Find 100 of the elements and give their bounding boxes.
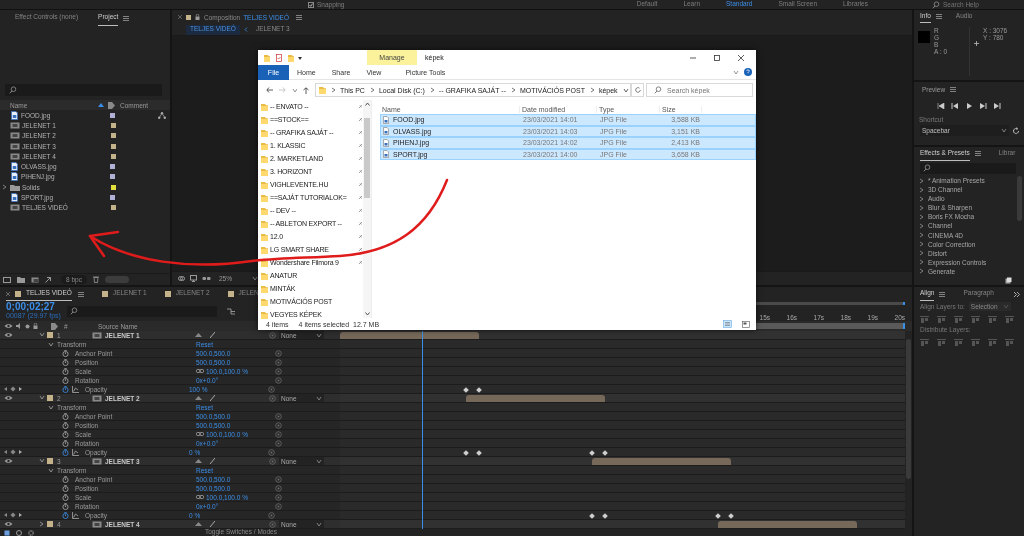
menu-icon[interactable] bbox=[123, 15, 130, 21]
chevron-right-icon[interactable] bbox=[919, 250, 924, 257]
chevron-right-icon[interactable] bbox=[919, 268, 924, 275]
up-arrow-icon[interactable] bbox=[303, 86, 309, 94]
distribute-icon[interactable] bbox=[920, 338, 929, 346]
new-comp-icon[interactable] bbox=[31, 276, 39, 283]
settings-icon[interactable] bbox=[28, 529, 34, 536]
chevron-down-icon[interactable] bbox=[48, 404, 54, 410]
scrollbar[interactable] bbox=[906, 339, 911, 479]
chevron-down-icon[interactable] bbox=[39, 395, 45, 401]
quality-icon[interactable] bbox=[210, 395, 215, 401]
stopwatch-icon[interactable] bbox=[62, 376, 69, 384]
new-item-icon[interactable] bbox=[1005, 277, 1012, 284]
chevron-right-icon[interactable] bbox=[39, 521, 45, 527]
flowchart-icon[interactable] bbox=[158, 111, 166, 119]
chevron-down-icon[interactable] bbox=[733, 69, 739, 75]
thumbnail-view-icon[interactable] bbox=[742, 320, 750, 328]
menu-icon[interactable] bbox=[950, 86, 957, 92]
chevron-right-icon[interactable] bbox=[919, 204, 924, 211]
minimize-icon[interactable] bbox=[690, 54, 696, 61]
maximize-icon[interactable] bbox=[714, 54, 720, 61]
chevron-right-icon[interactable] bbox=[919, 186, 924, 193]
chevron-right-icon[interactable] bbox=[919, 177, 924, 184]
previous-frame-icon[interactable] bbox=[951, 103, 959, 109]
search-field[interactable] bbox=[66, 305, 217, 317]
back-arrow-icon[interactable] bbox=[266, 87, 273, 93]
search-field[interactable] bbox=[5, 84, 162, 96]
chevron-down-icon[interactable] bbox=[39, 458, 45, 464]
quality-icon[interactable] bbox=[210, 521, 215, 527]
distribute-icon[interactable] bbox=[971, 338, 980, 346]
overflow-icon[interactable] bbox=[1014, 291, 1020, 297]
chevron-down-icon[interactable] bbox=[252, 276, 258, 281]
eye-icon[interactable] bbox=[4, 395, 13, 401]
interpret-footage-icon[interactable] bbox=[3, 276, 11, 283]
chevron-down-icon[interactable] bbox=[48, 341, 54, 347]
keyframe-navigator-icon[interactable] bbox=[3, 512, 23, 518]
align-icon[interactable] bbox=[920, 315, 929, 323]
eye-icon[interactable] bbox=[4, 521, 13, 527]
properties-icon[interactable] bbox=[276, 53, 282, 62]
chevron-down-icon[interactable] bbox=[622, 87, 629, 93]
graph-icon[interactable] bbox=[72, 385, 79, 393]
refresh-button[interactable] bbox=[631, 83, 644, 97]
distribute-icon[interactable] bbox=[937, 338, 946, 346]
scrollbar[interactable] bbox=[364, 118, 370, 198]
eye-icon[interactable] bbox=[4, 332, 13, 338]
new-folder-icon[interactable] bbox=[17, 276, 25, 283]
chevron-right-icon[interactable] bbox=[2, 184, 7, 191]
stopwatch-icon[interactable] bbox=[62, 502, 69, 510]
menu-icon[interactable] bbox=[974, 151, 981, 157]
chevron-right-icon[interactable] bbox=[919, 223, 924, 229]
render-icon[interactable] bbox=[4, 529, 10, 536]
menu-icon[interactable] bbox=[296, 14, 302, 20]
stopwatch-icon[interactable] bbox=[62, 493, 69, 501]
chevron-down-icon[interactable] bbox=[48, 467, 54, 473]
keyframe-navigator-icon[interactable] bbox=[3, 386, 23, 392]
stopwatch-icon[interactable] bbox=[62, 385, 69, 393]
stopwatch-icon[interactable] bbox=[62, 358, 69, 366]
scrollbar[interactable] bbox=[1017, 175, 1022, 221]
align-icon[interactable] bbox=[1005, 315, 1014, 323]
chevron-right-icon[interactable] bbox=[919, 259, 924, 266]
next-frame-icon[interactable] bbox=[979, 103, 987, 109]
details-view-icon[interactable] bbox=[723, 320, 732, 328]
quality-icon[interactable] bbox=[210, 332, 215, 338]
stopwatch-icon[interactable] bbox=[62, 484, 69, 492]
pick-whip-icon[interactable] bbox=[269, 331, 276, 339]
stopwatch-icon[interactable] bbox=[62, 349, 69, 357]
keyframe-navigator-icon[interactable] bbox=[3, 449, 23, 455]
customize-icon[interactable] bbox=[298, 55, 302, 60]
timecode[interactable]: 0;00;02;27 bbox=[6, 302, 61, 312]
stopwatch-icon[interactable] bbox=[62, 412, 69, 420]
flowchart-icon[interactable] bbox=[16, 529, 22, 536]
stopwatch-icon[interactable] bbox=[62, 475, 69, 483]
scroll-down-icon[interactable] bbox=[364, 312, 370, 316]
chain-icon[interactable] bbox=[196, 495, 204, 499]
eye-icon[interactable] bbox=[4, 458, 13, 464]
distribute-icon[interactable] bbox=[988, 338, 997, 346]
chevron-down-icon[interactable] bbox=[39, 332, 45, 338]
stopwatch-icon[interactable] bbox=[62, 439, 69, 447]
flowchart-icon[interactable] bbox=[45, 276, 51, 283]
glasses-icon[interactable] bbox=[202, 275, 211, 282]
comp-flowchart-icon[interactable] bbox=[226, 307, 235, 315]
menu-icon[interactable] bbox=[939, 291, 946, 297]
mask-icon[interactable] bbox=[178, 275, 185, 282]
graph-icon[interactable] bbox=[72, 511, 79, 519]
monitor-icon[interactable] bbox=[190, 275, 197, 282]
stopwatch-icon[interactable] bbox=[62, 421, 69, 429]
chain-icon[interactable] bbox=[196, 369, 204, 373]
quality-icon[interactable] bbox=[210, 458, 215, 464]
search-field[interactable] bbox=[920, 162, 1016, 174]
chevron-right-icon[interactable] bbox=[919, 213, 924, 220]
reset-icon[interactable] bbox=[1012, 126, 1020, 135]
chevron-right-icon[interactable] bbox=[919, 241, 924, 248]
close-icon[interactable] bbox=[738, 54, 744, 61]
align-icon[interactable] bbox=[954, 315, 963, 323]
play-icon[interactable] bbox=[965, 103, 973, 109]
trash-icon[interactable] bbox=[92, 276, 99, 283]
scroll-up-icon[interactable] bbox=[364, 102, 370, 106]
first-frame-icon[interactable] bbox=[937, 103, 945, 109]
stopwatch-icon[interactable] bbox=[62, 511, 69, 519]
chevron-right-icon[interactable] bbox=[919, 195, 924, 202]
